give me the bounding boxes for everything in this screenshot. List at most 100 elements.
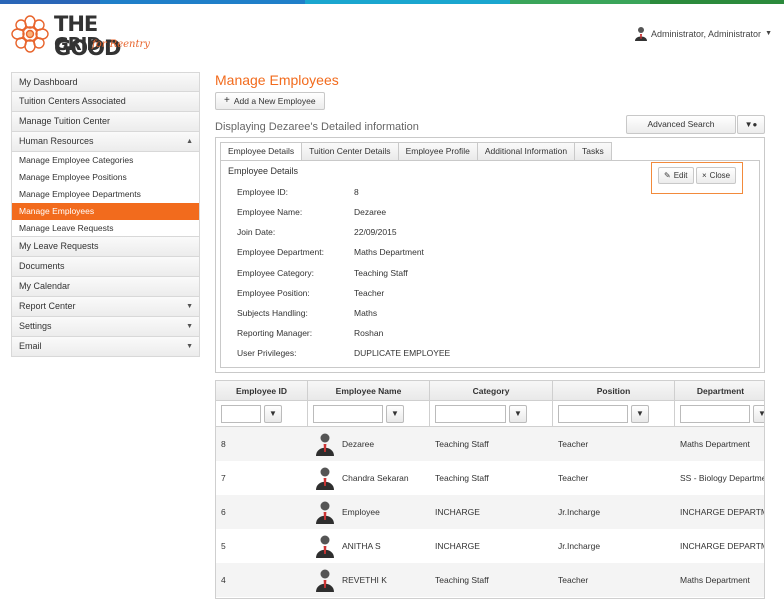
chevron-up-icon: ▲ <box>186 138 193 145</box>
cell-employee-id: 7 <box>221 473 226 483</box>
field-label: Employee ID: <box>237 187 289 197</box>
employee-avatar-icon <box>316 467 334 490</box>
cell-department: INCHARGE DEPARTMEN <box>680 541 764 551</box>
cell-department: INCHARGE DEPARTMEN <box>680 507 764 517</box>
cell-position: Jr.Incharge <box>558 541 601 551</box>
filter-icon: ▼● <box>744 120 758 129</box>
gear-logo-icon <box>11 15 49 53</box>
column-header-employee-name[interactable]: Employee Name <box>308 381 430 400</box>
close-label: Close <box>709 171 731 180</box>
field-label: Employee Department: <box>237 247 324 257</box>
sidebar-item-my-leave-requests[interactable]: My Leave Requests <box>11 237 200 257</box>
filter-icon[interactable]: ▼ <box>753 405 764 423</box>
sidebar-item-tuition-centers-associated[interactable]: Tuition Centers Associated <box>11 92 200 112</box>
add-employee-button[interactable]: + Add a New Employee <box>215 92 325 110</box>
cell-category: INCHARGE <box>435 541 480 551</box>
cell-department: Maths Department <box>680 439 750 449</box>
filter-input-position[interactable] <box>558 405 628 423</box>
filter-input-department[interactable] <box>680 405 750 423</box>
cell-employee-name: ANITHA S <box>308 529 430 563</box>
cell-employee-name: Dezaree <box>308 427 430 461</box>
detail-section-title: Employee Details <box>228 166 299 176</box>
cell-category: Teaching Staff <box>435 575 489 585</box>
advanced-search-button[interactable]: Advanced Search <box>626 115 736 134</box>
filter-toggle-button[interactable]: ▼● <box>737 115 765 134</box>
cell-category: Teaching Staff <box>435 473 489 483</box>
filter-icon[interactable]: ▼ <box>509 405 527 423</box>
filter-input-employee-name[interactable] <box>313 405 383 423</box>
detail-content: Employee Details ✎ Edit × Close Employee… <box>220 160 760 368</box>
cell-position: Jr.Incharge <box>558 507 601 517</box>
filter-input-category[interactable] <box>435 405 506 423</box>
table-row[interactable]: 4 REVETHI K Teaching Staff Teacher Maths… <box>216 563 764 597</box>
employee-name-text: Employee <box>342 507 380 517</box>
filter-icon[interactable]: ▼ <box>386 405 404 423</box>
sidebar-item-label: Human Resources <box>19 136 94 146</box>
column-header-department[interactable]: Department <box>675 381 764 400</box>
tab-tasks[interactable]: Tasks <box>575 142 612 161</box>
filter-input-employee-id[interactable] <box>221 405 261 423</box>
tab-tuition-center-details[interactable]: Tuition Center Details <box>302 142 399 161</box>
employee-name-text: ANITHA S <box>342 541 381 551</box>
field-value: Maths <box>354 308 378 318</box>
sidebar-item-report-center[interactable]: Report Center ▼ <box>11 297 200 317</box>
sidebar-item-label: My Dashboard <box>19 77 78 87</box>
detail-subtitle: Displaying Dezaree's Detailed informatio… <box>215 121 419 133</box>
tab-employee-details[interactable]: Employee Details <box>220 142 303 161</box>
table-row[interactable]: 5 ANITHA S INCHARGE Jr.Incharge INCHARGE… <box>216 529 764 563</box>
sidebar-item-dashboard[interactable]: My Dashboard <box>11 72 200 92</box>
field-label: Join Date: <box>237 227 276 237</box>
column-header-category[interactable]: Category <box>430 381 553 400</box>
field-value: Maths Department <box>354 247 424 257</box>
add-employee-label: Add a New Employee <box>233 96 316 106</box>
cell-employee-id: 8 <box>221 439 226 449</box>
detail-tabs: Employee Details Tuition Center Details … <box>220 142 612 161</box>
filter-icon[interactable]: ▼ <box>264 405 282 423</box>
field-value: DUPLICATE EMPLOYEE <box>354 348 451 358</box>
sidebar-subitem-employee-positions[interactable]: Manage Employee Positions <box>11 169 200 186</box>
sidebar-item-documents[interactable]: Documents <box>11 257 200 277</box>
sidebar-item-human-resources[interactable]: Human Resources ▲ <box>11 132 200 152</box>
table-row[interactable]: 8 Dezaree Teaching Staff Teacher Maths D… <box>216 427 764 461</box>
table-row[interactable]: 7 Chandra Sekaran Teaching Staff Teacher… <box>216 461 764 495</box>
table-row[interactable]: 6 Employee INCHARGE Jr.Incharge INCHARGE… <box>216 495 764 529</box>
employee-detail-panel: Employee Details Tuition Center Details … <box>215 137 765 373</box>
sidebar-item-email[interactable]: Email ▼ <box>11 337 200 357</box>
sidebar-subitem-employee-departments[interactable]: Manage Employee Departments <box>11 186 200 203</box>
tab-employee-profile[interactable]: Employee Profile <box>398 142 478 161</box>
employee-avatar-icon <box>316 569 334 592</box>
sidebar-subitem-leave-requests[interactable]: Manage Leave Requests <box>11 220 200 237</box>
sidebar-subitem-employee-categories[interactable]: Manage Employee Categories <box>11 152 200 169</box>
sidebar-subitem-manage-employees[interactable]: Manage Employees <box>11 203 200 220</box>
page-title: Manage Employees <box>215 72 339 88</box>
app-logo[interactable]: THE GOOD GRID for Reentry <box>10 12 150 60</box>
grid-body: 8 Dezaree Teaching Staff Teacher Maths D… <box>216 427 764 597</box>
filter-icon[interactable]: ▼ <box>631 405 649 423</box>
sidebar-item-label: My Leave Requests <box>19 241 99 251</box>
cell-department: SS - Biology Departmen <box>680 473 765 483</box>
sidebar-item-label: Tuition Centers Associated <box>19 96 126 106</box>
column-header-position[interactable]: Position <box>553 381 675 400</box>
cell-employee-name: Chandra Sekaran <box>308 461 430 495</box>
field-value: Teacher <box>354 288 385 298</box>
column-header-employee-id[interactable]: Employee ID <box>216 381 308 400</box>
cell-position: Teacher <box>558 473 589 483</box>
sidebar-item-label: Report Center <box>19 301 76 311</box>
cell-employee-name: REVETHI K <box>308 563 430 597</box>
field-value: Teaching Staff <box>354 268 408 278</box>
field-label: Employee Name: <box>237 207 303 217</box>
employee-name-text: Dezaree <box>342 439 375 449</box>
field-label: Employee Position: <box>237 288 310 298</box>
close-button[interactable]: × Close <box>696 167 737 184</box>
logo-tagline: for Reentry <box>92 39 150 50</box>
sidebar-item-my-calendar[interactable]: My Calendar <box>11 277 200 297</box>
edit-button[interactable]: ✎ Edit <box>658 167 694 184</box>
field-label: Reporting Manager: <box>237 328 313 338</box>
field-label: Employee Category: <box>237 268 315 278</box>
tab-additional-information[interactable]: Additional Information <box>477 142 576 161</box>
grid-header: Employee ID Employee Name Category Posit… <box>216 381 764 401</box>
user-menu[interactable]: Administrator, Administrator ▼ <box>635 26 772 41</box>
employee-avatar-icon <box>316 535 334 558</box>
sidebar-item-settings[interactable]: Settings ▼ <box>11 317 200 337</box>
sidebar-item-manage-tuition-center[interactable]: Manage Tuition Center <box>11 112 200 132</box>
